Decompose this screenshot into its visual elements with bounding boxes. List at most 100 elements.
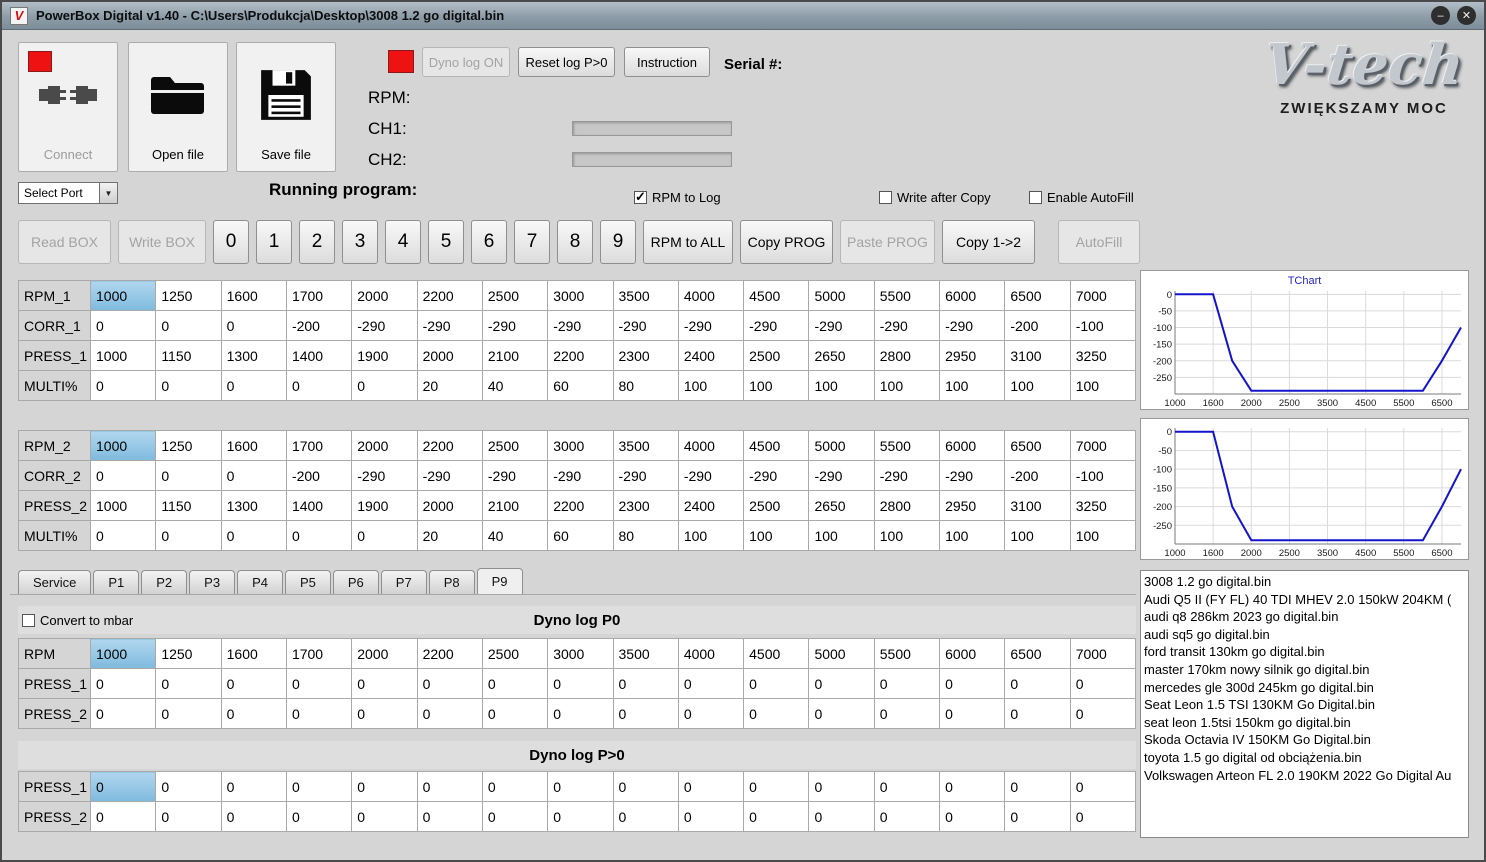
cell-PRESS_1-8[interactable]: 0 [612, 668, 679, 699]
cell-RPM_1-13[interactable]: 6000 [939, 280, 1006, 311]
cell-CORR_2-4[interactable]: -290 [351, 460, 418, 491]
cell-CORR_1-13[interactable]: -290 [939, 310, 1006, 341]
cell-CORR_2-0[interactable]: 0 [89, 460, 157, 491]
cell-PRESS_1-1[interactable]: 0 [155, 771, 222, 802]
cell-CORR_2-8[interactable]: -290 [612, 460, 679, 491]
cell-MULTI%-4[interactable]: 0 [351, 520, 418, 551]
cell-RPM_2-6[interactable]: 2500 [481, 430, 549, 461]
digit-button-1[interactable]: 1 [256, 220, 292, 264]
cell-CORR_2-10[interactable]: -290 [743, 460, 810, 491]
cell-PRESS_1-0[interactable]: 0 [89, 668, 157, 699]
cell-CORR_2-9[interactable]: -290 [677, 460, 745, 491]
cell-MULTI%-2[interactable]: 0 [220, 370, 287, 401]
digit-button-3[interactable]: 3 [342, 220, 378, 264]
tab-p5[interactable]: P5 [284, 570, 331, 594]
cell-CORR_1-15[interactable]: -100 [1069, 310, 1137, 341]
cell-PRESS_1-14[interactable]: 0 [1004, 668, 1071, 699]
cell-PRESS_2-0[interactable]: 1000 [89, 490, 157, 521]
cell-PRESS_2-0[interactable]: 0 [89, 698, 157, 729]
tab-p3[interactable]: P3 [189, 570, 236, 594]
cell-RPM-6[interactable]: 2500 [481, 638, 549, 669]
cell-RPM-7[interactable]: 3000 [547, 638, 614, 669]
cell-PRESS_2-0[interactable]: 0 [89, 801, 157, 832]
tab-p6[interactable]: P6 [332, 570, 379, 594]
cell-MULTI%-0[interactable]: 0 [89, 370, 157, 401]
rpm-to-log-checkbox[interactable]: RPM to Log [634, 189, 721, 205]
digit-button-5[interactable]: 5 [428, 220, 464, 264]
cell-PRESS_1-14[interactable]: 3100 [1004, 340, 1071, 371]
cell-RPM-5[interactable]: 2200 [416, 638, 483, 669]
cell-PRESS_1-13[interactable]: 0 [939, 668, 1006, 699]
cell-MULTI%-6[interactable]: 40 [481, 520, 549, 551]
cell-CORR_2-14[interactable]: -200 [1004, 460, 1071, 491]
cell-PRESS_1-10[interactable]: 2500 [743, 340, 810, 371]
cell-PRESS_1-7[interactable]: 0 [547, 668, 614, 699]
cell-PRESS_2-4[interactable]: 0 [351, 801, 418, 832]
cell-PRESS_2-9[interactable]: 0 [677, 801, 745, 832]
cell-PRESS_1-5[interactable]: 0 [416, 668, 483, 699]
cell-PRESS_1-15[interactable]: 0 [1069, 668, 1137, 699]
cell-PRESS_2-15[interactable]: 0 [1069, 801, 1137, 832]
cell-MULTI%-7[interactable]: 60 [547, 520, 614, 551]
cell-PRESS_1-11[interactable]: 0 [808, 771, 875, 802]
write-after-copy-checkbox[interactable]: Write after Copy [879, 190, 991, 205]
cell-RPM_1-3[interactable]: 1700 [285, 280, 353, 311]
file-item[interactable]: master 170km nowy silnik go digital.bin [1144, 661, 1465, 679]
cell-PRESS_1-10[interactable]: 0 [743, 668, 810, 699]
cell-RPM_2-8[interactable]: 3500 [612, 430, 679, 461]
cell-PRESS_2-3[interactable]: 1400 [285, 490, 353, 521]
cell-PRESS_1-10[interactable]: 0 [743, 771, 810, 802]
cell-PRESS_2-7[interactable]: 2200 [547, 490, 614, 521]
cell-CORR_2-12[interactable]: -290 [873, 460, 941, 491]
file-item[interactable]: audi q8 286km 2023 go digital.bin [1144, 608, 1465, 626]
cell-PRESS_2-1[interactable]: 0 [155, 698, 222, 729]
cell-PRESS_1-1[interactable]: 1150 [155, 340, 222, 371]
cell-RPM-14[interactable]: 6500 [1004, 638, 1071, 669]
cell-MULTI%-10[interactable]: 100 [743, 370, 810, 401]
cell-PRESS_1-3[interactable]: 1400 [285, 340, 353, 371]
cell-PRESS_1-15[interactable]: 3250 [1069, 340, 1137, 371]
cell-RPM_2-3[interactable]: 1700 [285, 430, 353, 461]
cell-PRESS_2-1[interactable]: 0 [155, 801, 222, 832]
cell-MULTI%-12[interactable]: 100 [873, 520, 941, 551]
cell-RPM_1-5[interactable]: 2200 [416, 280, 483, 311]
cell-MULTI%-3[interactable]: 0 [285, 370, 353, 401]
dyno-log-on-button[interactable]: Dyno log ON [422, 47, 510, 77]
cell-RPM-9[interactable]: 4000 [677, 638, 745, 669]
cell-CORR_1-1[interactable]: 0 [155, 310, 222, 341]
cell-MULTI%-8[interactable]: 80 [612, 520, 679, 551]
cell-MULTI%-12[interactable]: 100 [873, 370, 941, 401]
cell-CORR_1-0[interactable]: 0 [89, 310, 157, 341]
cell-PRESS_2-8[interactable]: 0 [612, 698, 679, 729]
cell-PRESS_1-0[interactable]: 1000 [89, 340, 157, 371]
cell-CORR_2-6[interactable]: -290 [481, 460, 549, 491]
cell-PRESS_1-6[interactable]: 0 [481, 668, 549, 699]
cell-RPM_2-4[interactable]: 2000 [351, 430, 418, 461]
cell-PRESS_1-1[interactable]: 0 [155, 668, 222, 699]
cell-CORR_1-14[interactable]: -200 [1004, 310, 1071, 341]
cell-RPM_2-0[interactable]: 1000 [89, 430, 157, 461]
cell-MULTI%-11[interactable]: 100 [808, 520, 875, 551]
cell-MULTI%-15[interactable]: 100 [1069, 370, 1137, 401]
cell-PRESS_2-4[interactable]: 0 [351, 698, 418, 729]
cell-PRESS_2-11[interactable]: 0 [808, 698, 875, 729]
cell-RPM_1-15[interactable]: 7000 [1069, 280, 1137, 311]
tab-p7[interactable]: P7 [380, 570, 427, 594]
cell-MULTI%-6[interactable]: 40 [481, 370, 549, 401]
cell-MULTI%-9[interactable]: 100 [677, 370, 745, 401]
cell-PRESS_1-11[interactable]: 2650 [808, 340, 875, 371]
cell-PRESS_1-0[interactable]: 0 [89, 771, 157, 802]
cell-MULTI%-4[interactable]: 0 [351, 370, 418, 401]
cell-PRESS_1-2[interactable]: 1300 [220, 340, 287, 371]
minimize-button[interactable]: – [1431, 6, 1450, 25]
cell-PRESS_1-3[interactable]: 0 [285, 771, 353, 802]
cell-CORR_2-2[interactable]: 0 [220, 460, 287, 491]
cell-PRESS_1-4[interactable]: 1900 [351, 340, 418, 371]
cell-CORR_2-3[interactable]: -200 [285, 460, 353, 491]
cell-PRESS_2-14[interactable]: 3100 [1004, 490, 1071, 521]
cell-CORR_1-7[interactable]: -290 [547, 310, 614, 341]
cell-PRESS_2-12[interactable]: 2800 [873, 490, 941, 521]
cell-RPM_1-14[interactable]: 6500 [1004, 280, 1071, 311]
autofill-button[interactable]: AutoFill [1058, 220, 1140, 264]
cell-RPM-4[interactable]: 2000 [351, 638, 418, 669]
